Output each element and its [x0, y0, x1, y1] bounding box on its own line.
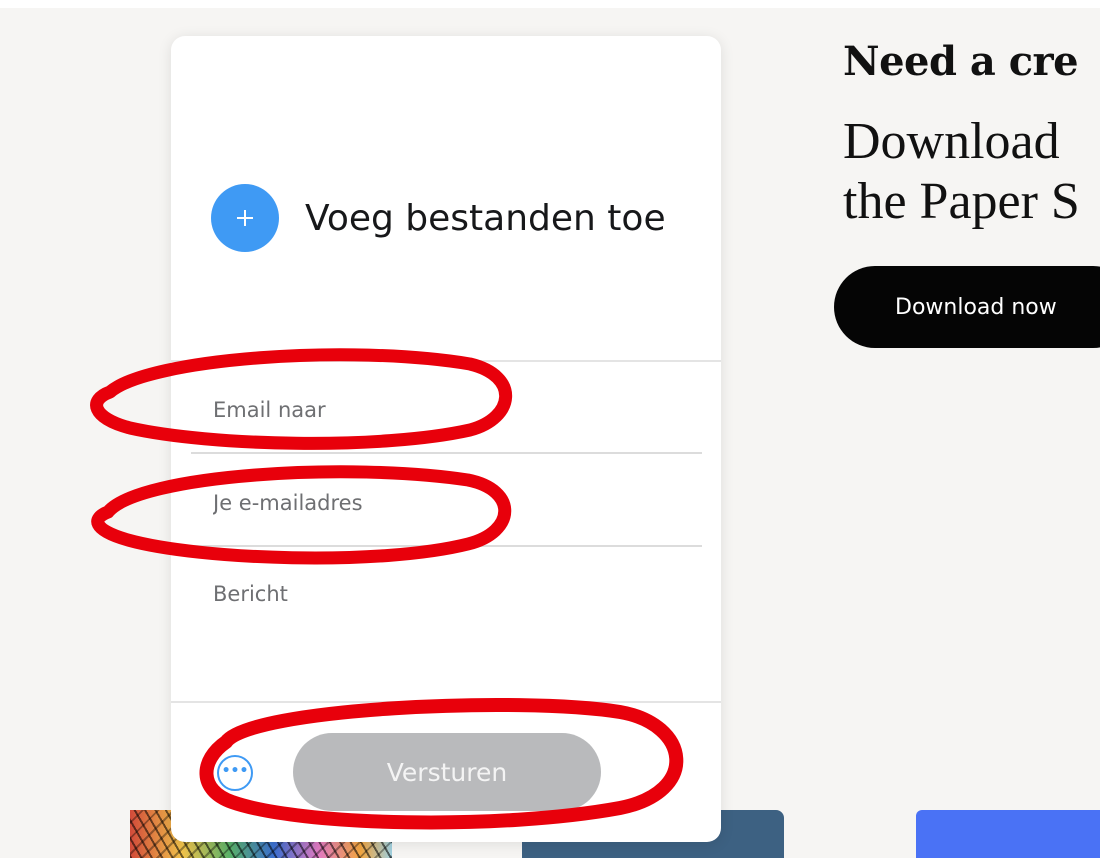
download-now-button[interactable]: Download now: [834, 266, 1100, 348]
bottom-divider: [171, 701, 721, 703]
your-email-input[interactable]: [213, 483, 693, 523]
add-files-label: Voeg bestanden toe: [305, 197, 666, 239]
top-strip: [0, 0, 1100, 8]
plus-icon-vertical: [244, 210, 246, 226]
blue-thumbnail[interactable]: [916, 810, 1100, 858]
plus-icon[interactable]: [211, 184, 279, 252]
message-textarea[interactable]: [213, 582, 693, 692]
your-email-underline: [191, 545, 702, 547]
send-button[interactable]: Versturen: [293, 733, 601, 811]
upload-card: Voeg bestanden toe ••• Versturen: [171, 36, 721, 842]
top-divider: [171, 360, 721, 362]
promo-subtitle: Download the Paper S: [843, 113, 1080, 230]
email-to-underline: [191, 452, 702, 454]
more-dots-icon[interactable]: •••: [217, 755, 253, 791]
email-to-input[interactable]: [213, 390, 693, 430]
promo-title: Need a cre: [843, 38, 1079, 85]
add-files-button[interactable]: Voeg bestanden toe: [211, 182, 666, 254]
